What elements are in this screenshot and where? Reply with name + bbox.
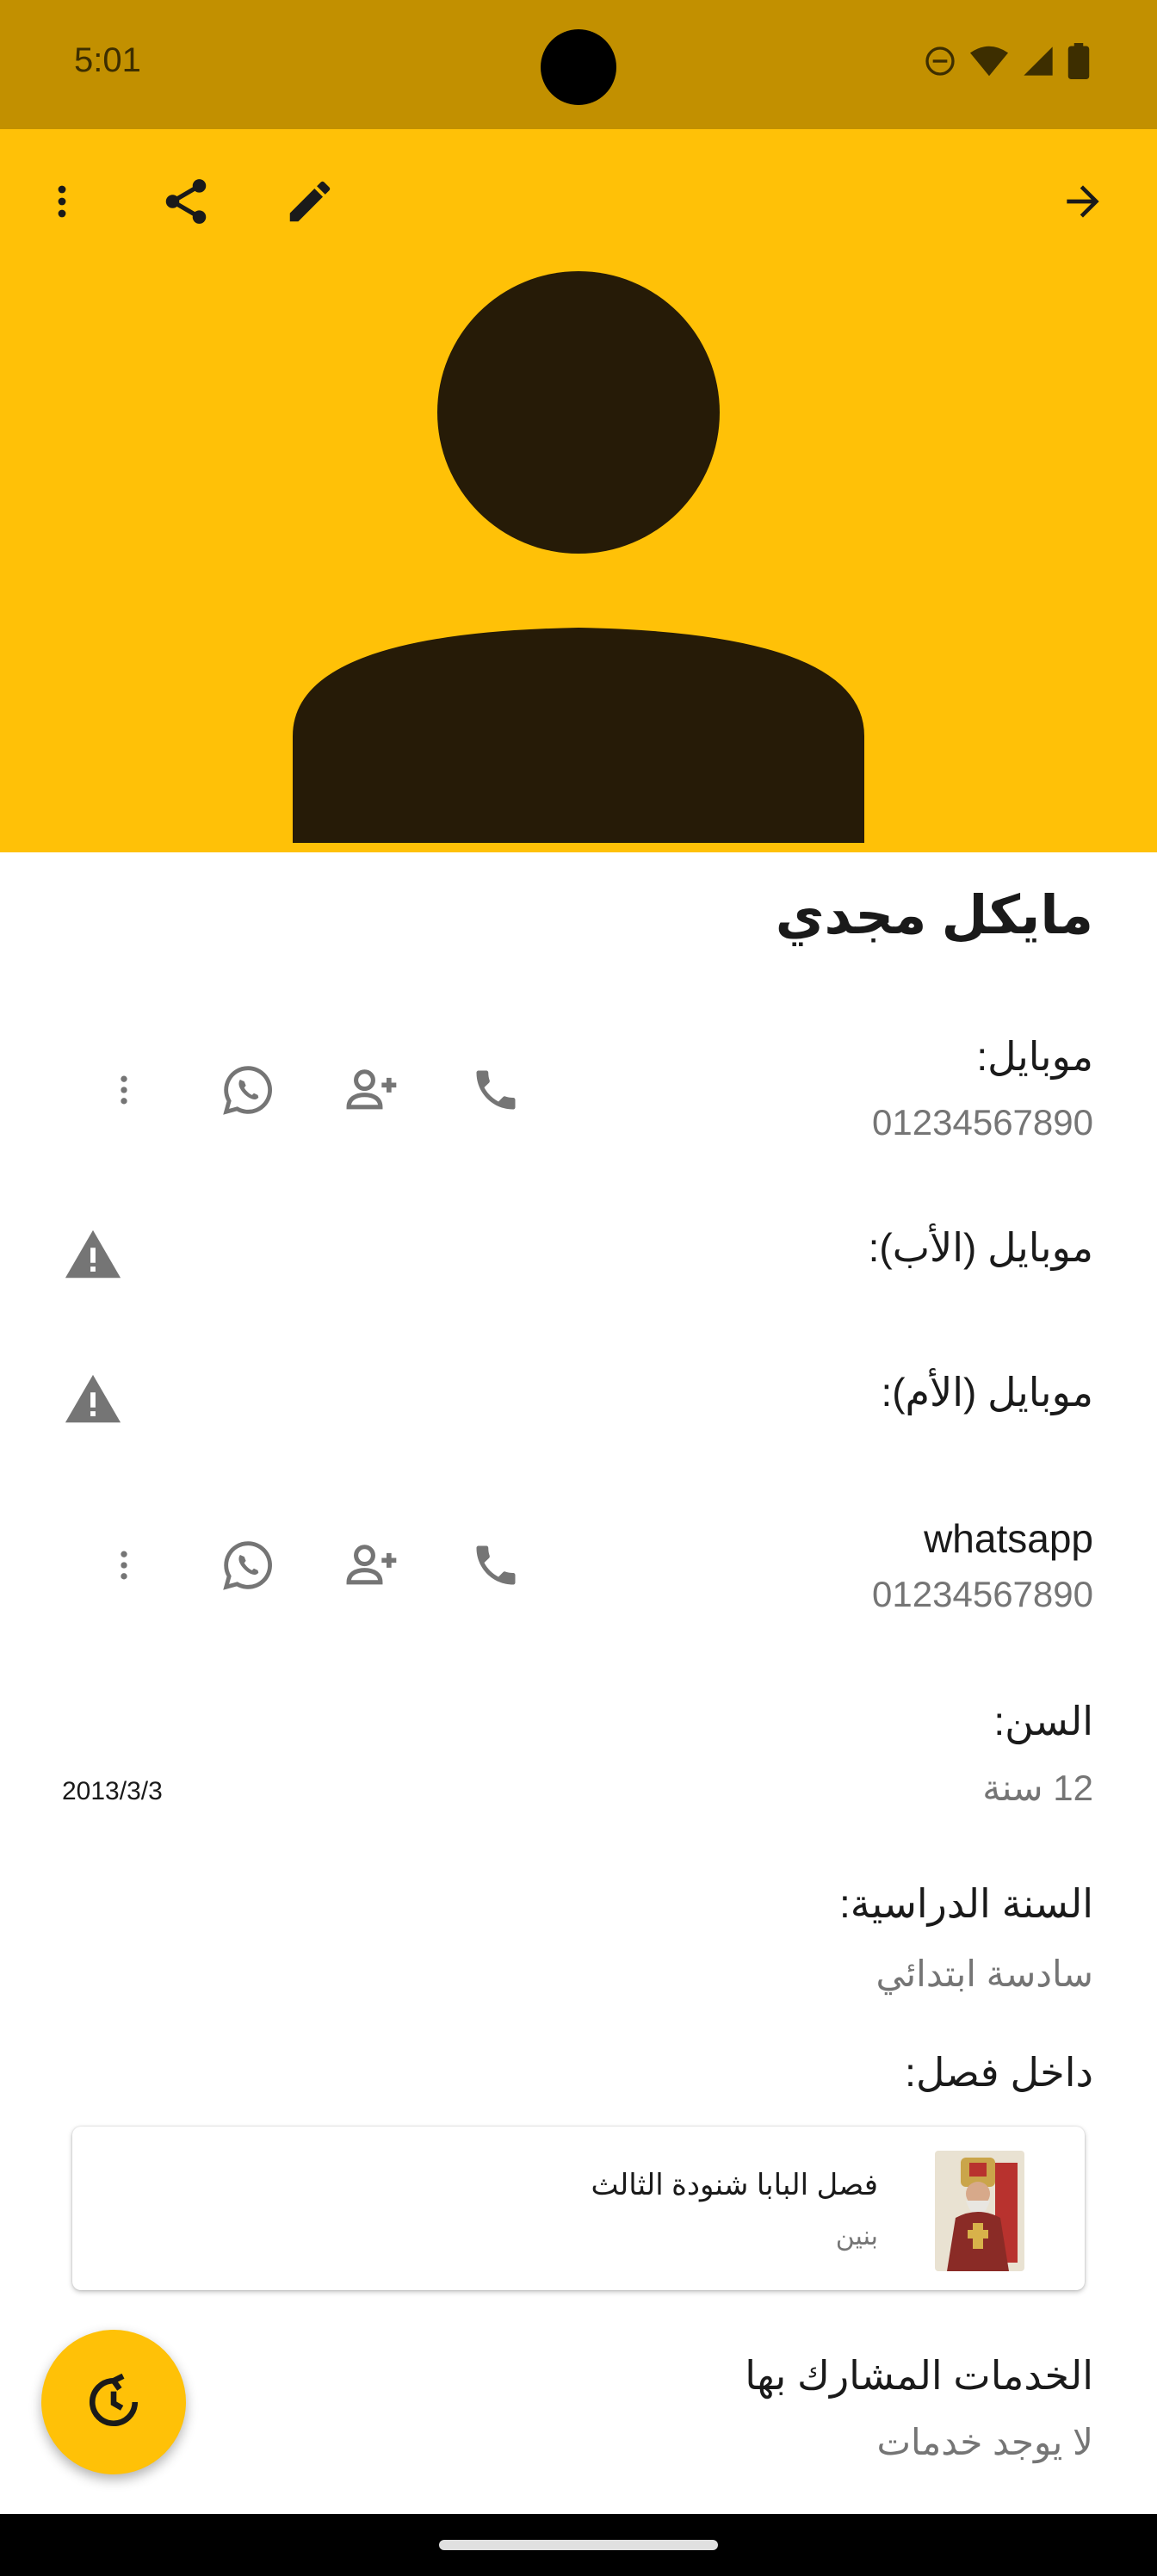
mobile-row: موبايل: 01234567890 xyxy=(0,1025,1157,1162)
status-time: 5:01 xyxy=(74,41,141,79)
do-not-disturb-icon xyxy=(925,46,955,76)
mobile-call-button[interactable] xyxy=(455,1049,537,1131)
battery-icon xyxy=(1067,43,1090,79)
back-button[interactable] xyxy=(1042,160,1124,243)
whatsapp-icon xyxy=(223,1541,272,1590)
share-icon xyxy=(165,179,207,224)
age-value: 12 سنة xyxy=(982,1768,1093,1808)
school-year-label: السنة الدراسية: xyxy=(839,1881,1093,1926)
age-label: السن: xyxy=(993,1699,1093,1743)
share-button[interactable] xyxy=(145,160,227,243)
mother-mobile-warning[interactable] xyxy=(52,1359,134,1441)
whatsapp-label: whatsapp xyxy=(924,1516,1093,1561)
person-name: مايكل مجدي xyxy=(775,886,1093,945)
home-gesture-handle[interactable] xyxy=(439,2540,718,2550)
class-card[interactable]: فصل البابا شنودة الثالث بنين xyxy=(72,2127,1085,2290)
services-value: لا يوجد خدمات xyxy=(876,2422,1093,2462)
whatsapp-value[interactable]: 01234567890 xyxy=(872,1574,1093,1615)
signal-icon xyxy=(1024,46,1053,76)
class-card-subtitle: بنين xyxy=(835,2222,878,2251)
profile-header xyxy=(0,129,1157,852)
mother-mobile-label: موبايل (الأم): xyxy=(881,1370,1093,1415)
camera-cutout xyxy=(541,29,616,105)
whatsapp-row: whatsapp 01234567890 xyxy=(0,1508,1157,1646)
class-thumbnail xyxy=(935,2151,1024,2271)
person-add-icon xyxy=(346,1069,397,1110)
school-year-row: السنة الدراسية: سادسة ابتدائي xyxy=(0,1877,1157,2006)
phone-icon xyxy=(476,1545,516,1585)
wifi-icon xyxy=(969,46,1009,77)
father-mobile-warning[interactable] xyxy=(52,1214,134,1297)
status-bar: 5:01 xyxy=(0,0,1157,129)
mobile-more-button[interactable] xyxy=(83,1049,165,1131)
father-mobile-row: موبايل (الأب): xyxy=(0,1214,1157,1309)
person-add-icon xyxy=(346,1545,397,1585)
whatsapp-icon xyxy=(223,1066,272,1115)
phone-icon xyxy=(476,1070,516,1110)
whatsapp-chat-button[interactable] xyxy=(207,1524,289,1607)
mobile-whatsapp-button[interactable] xyxy=(207,1049,289,1131)
mother-mobile-row: موبايل (الأم): xyxy=(0,1359,1157,1453)
mobile-add-contact-button[interactable] xyxy=(331,1049,413,1131)
mobile-label: موبايل: xyxy=(976,1034,1093,1079)
father-mobile-label: موبايل (الأب): xyxy=(868,1225,1093,1270)
more-options-button[interactable] xyxy=(21,160,103,243)
age-row: السن: 12 سنة 2013/3/3 xyxy=(0,1689,1157,1827)
arrow-forward-icon xyxy=(1067,185,1099,218)
more-vert-icon xyxy=(121,1551,127,1580)
history-fab[interactable] xyxy=(41,2330,186,2474)
status-icons xyxy=(923,43,1090,79)
class-card-title: فصل البابا شنودة الثالث xyxy=(591,2169,878,2201)
more-vert-icon xyxy=(121,1075,127,1105)
school-year-value: سادسة ابتدائي xyxy=(875,1954,1093,1994)
whatsapp-call-button[interactable] xyxy=(455,1524,537,1607)
birth-date: 2013/3/3 xyxy=(62,1777,163,1805)
more-vert-icon xyxy=(58,185,66,218)
mobile-value[interactable]: 01234567890 xyxy=(872,1102,1093,1143)
history-icon xyxy=(89,2374,139,2427)
edit-button[interactable] xyxy=(269,160,351,243)
edit-icon xyxy=(289,181,331,222)
avatar-placeholder xyxy=(293,271,864,843)
warning-icon xyxy=(65,1374,121,1423)
services-label: الخدمات المشارك بها xyxy=(745,2353,1093,2398)
whatsapp-add-contact-button[interactable] xyxy=(331,1524,413,1607)
whatsapp-more-button[interactable] xyxy=(83,1524,165,1607)
class-label: داخل فصل: xyxy=(905,2050,1093,2095)
warning-icon xyxy=(65,1229,121,1279)
